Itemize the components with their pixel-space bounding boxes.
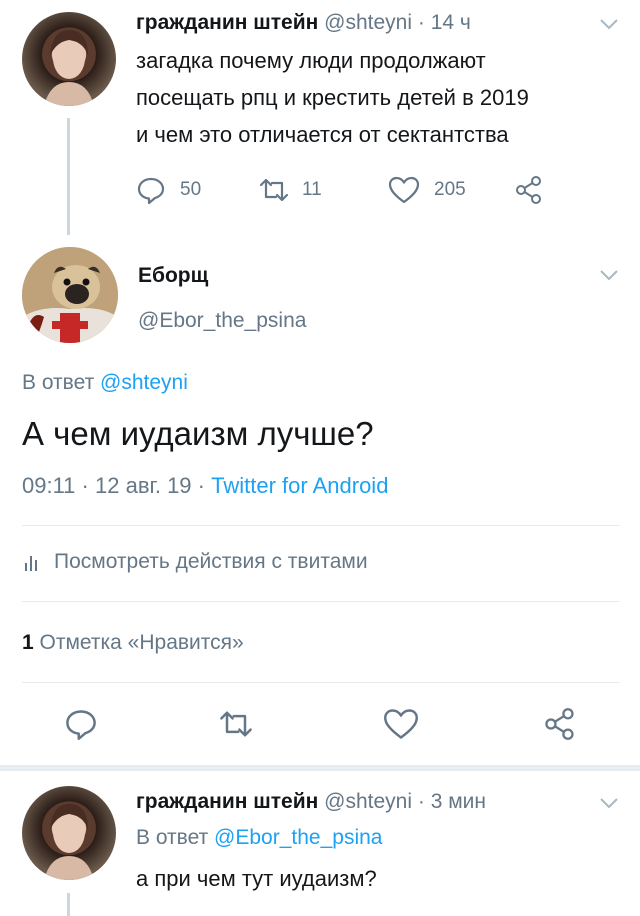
tweet-meta: 09:11 · 12 авг. 19 · Twitter for Android [22,473,388,499]
tweet-source-link[interactable]: Twitter for Android [211,473,388,498]
separator: · [81,473,89,498]
retweet-count: 11 [302,179,322,200]
reply-prefix: В ответ [136,826,209,849]
divider [22,601,620,602]
likes-count: 1 [22,631,34,654]
reply-count: 50 [180,179,202,200]
share-icon [545,708,574,740]
activity-label: Посмотреть действия с твитами [54,550,368,573]
handle[interactable]: @shteyni [324,790,412,813]
display-name[interactable]: гражданин штейн [136,11,318,34]
chevron-down-icon[interactable] [598,268,620,282]
avatar[interactable] [22,12,116,106]
like-count: 205 [434,179,466,200]
tweet-reply-shteyni[interactable]: гражданин штейн @shteyni · 3 мин В ответ… [0,771,640,916]
tweet-text-line: посещать рпц и крестить детей в 2019 [136,85,529,110]
handle[interactable]: @Ebor_the_psina [138,309,306,333]
like-button[interactable] [383,707,419,741]
retweet-button[interactable]: 11 [258,175,322,205]
chevron-down-icon[interactable] [598,17,620,31]
display-name[interactable]: гражданин штейн [136,790,318,813]
separator: · [417,11,425,34]
retweet-icon [258,175,290,205]
main-tweet: Еборщ @Ebor_the_psina В ответ @shteyni А… [0,235,640,765]
thread-line [67,118,70,235]
timestamp[interactable]: 14 ч [431,11,471,34]
tweet-activity-link[interactable]: Посмотреть действия с твитами [22,550,368,574]
retweet-button[interactable] [218,707,254,741]
divider [22,682,620,683]
retweet-icon [220,711,252,737]
tweet-text: а при чем тут иудаизм? [136,866,377,891]
share-button[interactable] [514,175,544,205]
heart-icon [384,709,418,739]
tweet-text-line: загадка почему люди продолжают [136,48,486,73]
reply-icon [136,175,166,205]
timestamp[interactable]: 3 мин [431,790,486,813]
tweet-text: загадка почему люди продолжают посещать … [136,42,529,153]
tweet-text-line: и чем это отличается от сектантства [136,122,509,147]
display-name[interactable]: Еборщ [138,264,208,288]
tweet-shteyni[interactable]: гражданин штейн @shteyni · 14 ч загадка … [0,0,640,235]
share-button[interactable] [543,707,577,741]
reply-context: В ответ @shteyni [22,371,188,395]
share-icon [514,175,544,205]
likes-label: Отметка «Нравится» [39,631,244,654]
divider [22,525,620,526]
heart-icon [388,175,420,205]
reply-to-handle[interactable]: @Ebor_the_psina [214,826,382,849]
separator: · [417,790,425,813]
tweet-date: 12 авг. 19 [95,473,192,498]
reply-icon [66,710,96,740]
bar-chart-icon [22,551,42,573]
chevron-down-icon[interactable] [598,796,620,810]
avatar[interactable] [22,786,116,880]
reply-button[interactable] [64,707,98,741]
avatar[interactable] [22,247,118,343]
reply-prefix: В ответ [22,371,95,394]
reply-to-handle[interactable]: @shteyni [100,371,188,394]
like-button[interactable]: 205 [388,175,466,205]
avatar-pug [22,247,118,343]
likes-summary[interactable]: 1 Отметка «Нравится» [22,631,244,655]
thread-line [67,893,70,916]
reply-context: В ответ @Ebor_the_psina [136,826,382,850]
avatar-portrait [44,804,94,880]
reply-button[interactable]: 50 [136,175,201,205]
handle[interactable]: @shteyni [324,11,412,34]
avatar-portrait [44,30,94,106]
separator: · [197,473,205,498]
tweet-text: А чем иудаизм лучше? [22,415,374,452]
tweet-time: 09:11 [22,473,76,498]
